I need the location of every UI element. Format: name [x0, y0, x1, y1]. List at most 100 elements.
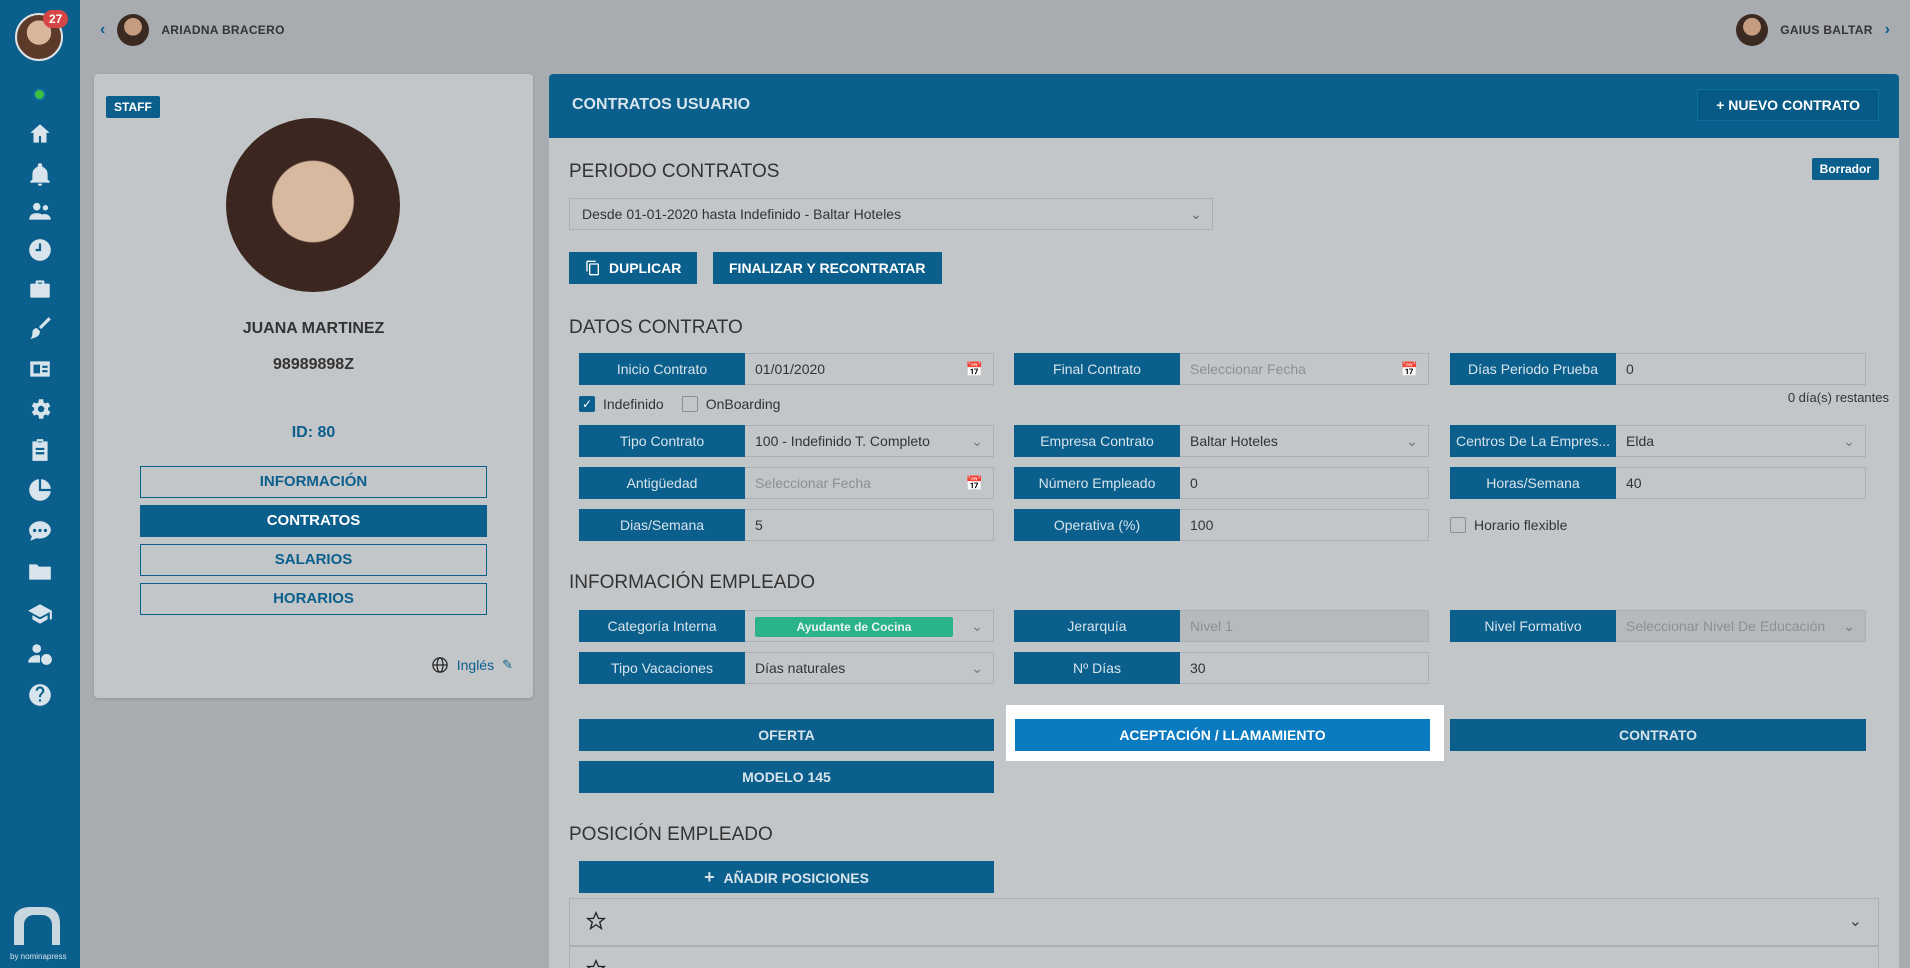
centers-select[interactable]: Elda ⌄ [1616, 425, 1866, 457]
new-contract-label: NUEVO CONTRATO [1728, 97, 1860, 113]
start-date-value: 01/01/2020 [755, 361, 826, 377]
users-icon[interactable] [26, 197, 54, 225]
employee-section-title: INFORMACIÓN EMPLEADO [569, 572, 815, 593]
notification-badge: 27 [43, 10, 69, 28]
seniority-input[interactable]: Seleccionar Fecha 📅 [745, 467, 994, 499]
chevron-down-icon: ⌄ [971, 618, 983, 634]
category-field: Categoría Interna Ayudante de Cocina ⌄ [579, 610, 994, 642]
calendar-icon[interactable]: 📅 [1401, 354, 1418, 384]
calendar-icon[interactable]: 📅 [966, 468, 983, 498]
hours-week-input[interactable]: 40 [1616, 467, 1866, 499]
brand-logo [14, 907, 60, 945]
profile-card: STAFF JUANA MARTINEZ 98989898Z ID: 80 IN… [94, 74, 533, 698]
centers-field: Centros De La Empres... Elda ⌄ [1450, 425, 1866, 457]
language-label[interactable]: Inglés [457, 657, 494, 673]
user-money-icon[interactable] [26, 640, 54, 668]
tab-horarios[interactable]: HORARIOS [140, 583, 487, 615]
operativa-field: Operativa (%) 100 [1014, 509, 1429, 541]
next-user-nav[interactable]: GAIUS BALTAR › [1736, 14, 1890, 46]
briefcase-icon[interactable] [26, 275, 54, 303]
category-select[interactable]: Ayudante de Cocina ⌄ [745, 610, 994, 642]
flexible-schedule-checkbox[interactable] [1450, 517, 1466, 533]
bell-icon[interactable] [26, 161, 54, 189]
panel-title: CONTRATOS USUARIO [572, 96, 751, 113]
period-select[interactable]: Desde 01-01-2020 hasta Indefinido - Balt… [569, 198, 1213, 230]
tab-informacion[interactable]: INFORMACIÓN [140, 466, 487, 498]
user-avatar-wrap[interactable]: 27 [15, 10, 69, 61]
offer-button[interactable]: OFERTA [579, 719, 994, 751]
previous-user-name[interactable]: ARIADNA BRACERO [161, 23, 284, 37]
id-card-icon[interactable] [26, 355, 54, 383]
flexible-schedule-row[interactable]: Horario flexible [1450, 517, 1567, 533]
chevron-right-icon[interactable]: › [1885, 21, 1890, 39]
hours-week-field: Horas/Semana 40 [1450, 467, 1866, 499]
model-145-button[interactable]: MODELO 145 [579, 761, 994, 793]
education-level-select[interactable]: Seleccionar Nivel De Educación ⌄ [1616, 610, 1866, 642]
folder-icon[interactable] [26, 558, 54, 586]
position-accordion-item[interactable]: ⌄ [569, 898, 1879, 946]
hierarchy-field: Jerarquía Nivel 1 [1014, 610, 1429, 642]
end-date-input[interactable]: Seleccionar Fecha 📅 [1180, 353, 1429, 385]
gear-icon[interactable] [26, 395, 54, 423]
operativa-input[interactable]: 100 [1180, 509, 1429, 541]
tab-contratos[interactable]: CONTRATOS [140, 505, 487, 537]
contract-type-select[interactable]: 100 - Indefinido T. Completo ⌄ [745, 425, 994, 457]
employee-document: 98989898Z [273, 356, 354, 373]
employee-number-input[interactable]: 0 [1180, 467, 1429, 499]
star-icon[interactable] [586, 959, 606, 968]
start-date-field: Inicio Contrato 01/01/2020 📅 [579, 353, 994, 385]
company-select[interactable]: Baltar Hoteles ⌄ [1180, 425, 1429, 457]
flexible-schedule-label: Horario flexible [1474, 517, 1568, 533]
field-label: Nivel Formativo [1450, 610, 1616, 642]
clipboard-icon[interactable] [26, 436, 54, 464]
position-accordion-item[interactable] [569, 946, 1879, 968]
avatar [117, 14, 150, 46]
home-icon[interactable] [26, 120, 54, 148]
period-value: Desde 01-01-2020 hasta Indefinido - Balt… [582, 206, 902, 222]
days-week-input[interactable]: 5 [745, 509, 994, 541]
end-date-field: Final Contrato Seleccionar Fecha 📅 [1014, 353, 1429, 385]
contracts-panel: CONTRATOS USUARIO + NUEVO CONTRATO PERIO… [549, 74, 1899, 968]
field-label: Operativa (%) [1014, 509, 1180, 541]
trial-period-field: Días Periodo Prueba 0 [1450, 353, 1866, 385]
indefinido-checkbox[interactable]: ✓ [579, 396, 595, 412]
pie-chart-icon[interactable] [26, 476, 54, 504]
company-field: Empresa Contrato Baltar Hoteles ⌄ [1014, 425, 1429, 457]
tab-salarios[interactable]: SALARIOS [140, 544, 487, 576]
acceptance-call-button[interactable]: ACEPTACIÓN / LLAMAMIENTO [1015, 719, 1430, 751]
add-positions-button[interactable]: + AÑADIR POSICIONES [579, 861, 994, 893]
employee-name: JUANA MARTINEZ [242, 320, 385, 337]
start-date-input[interactable]: 01/01/2020 📅 [745, 353, 994, 385]
pencil-icon[interactable]: ✎ [502, 657, 513, 673]
plus-icon: + [704, 867, 720, 887]
graduation-icon[interactable] [26, 600, 54, 628]
chat-icon[interactable] [26, 517, 54, 545]
onboarding-checkbox[interactable] [681, 396, 698, 412]
new-contract-button[interactable]: + NUEVO CONTRATO [1697, 89, 1879, 121]
employee-number-field: Número Empleado 0 [1014, 467, 1429, 499]
indefinido-checkbox-row[interactable]: ✓ Indefinido OnBoarding [579, 396, 780, 412]
brush-icon[interactable] [26, 314, 54, 342]
field-label: Días Periodo Prueba [1450, 353, 1616, 385]
duplicate-button[interactable]: DUPLICAR [569, 252, 698, 284]
language-selector[interactable]: Inglés ✎ [431, 656, 513, 674]
education-level-field: Nivel Formativo Seleccionar Nivel De Edu… [1450, 610, 1866, 642]
vacation-days-field: Nº Días 30 [1014, 652, 1429, 684]
chevron-down-icon[interactable]: ⌄ [1849, 911, 1862, 931]
panel-header: CONTRATOS USUARIO + NUEVO CONTRATO [549, 74, 1899, 138]
duplicate-label: DUPLICAR [609, 260, 682, 276]
calendar-icon[interactable]: 📅 [966, 354, 983, 384]
star-icon[interactable] [586, 911, 606, 931]
clock-icon[interactable] [26, 236, 54, 264]
trial-period-input[interactable]: 0 [1616, 353, 1866, 385]
contract-button[interactable]: CONTRATO [1450, 719, 1866, 751]
finalize-rehire-button[interactable]: FINALIZAR Y RECONTRATAR [713, 252, 942, 284]
vacation-days-input[interactable]: 30 [1180, 652, 1429, 684]
next-user-name[interactable]: GAIUS BALTAR [1780, 23, 1872, 37]
days-week-field: Dias/Semana 5 [579, 509, 994, 541]
previous-user-nav[interactable]: ‹ ARIADNA BRACERO [100, 14, 285, 46]
vacation-type-select[interactable]: Días naturales ⌄ [745, 652, 994, 684]
hierarchy-input: Nivel 1 [1180, 610, 1429, 642]
help-icon[interactable] [26, 681, 54, 709]
chevron-left-icon[interactable]: ‹ [100, 21, 105, 39]
